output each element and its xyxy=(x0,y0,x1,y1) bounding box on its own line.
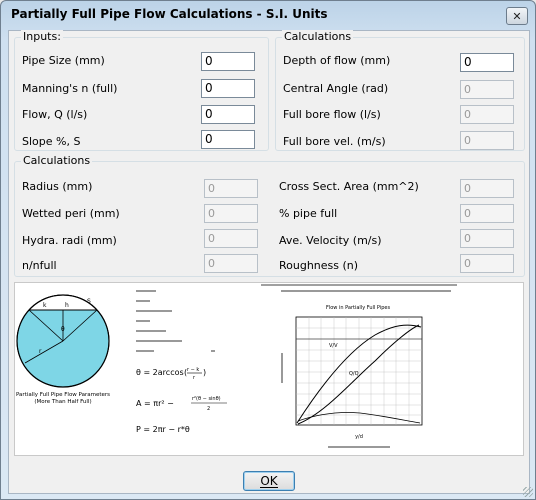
equation-line xyxy=(281,290,451,292)
equation-area-num: r²(θ − sinθ) xyxy=(192,396,221,402)
equation-line xyxy=(136,350,154,352)
radius-field: 0 xyxy=(204,179,258,198)
resize-grip[interactable] xyxy=(523,487,533,497)
cross-sect-area-label: Cross Sect. Area (mm^2) xyxy=(279,180,419,193)
hydra-radi-label: Hydra. radi (mm) xyxy=(22,234,117,247)
pipe-symbol-k: k xyxy=(43,302,47,309)
central-angle-label: Central Angle (rad) xyxy=(283,82,389,95)
n-nfull-field: 0 xyxy=(204,254,258,273)
flow-q-label: Flow, Q (l/s) xyxy=(22,108,88,121)
equation-theta: θ = 2arccos xyxy=(136,368,184,377)
slope-input[interactable]: 0 xyxy=(201,130,255,149)
full-bore-vel-label: Full bore vel. (m/s) xyxy=(283,135,386,148)
pipe-caption-1: Partially Full Pipe Flow Parameters xyxy=(16,392,110,398)
depth-of-flow-input[interactable]: 0 xyxy=(460,53,514,72)
graph-y-label-line xyxy=(281,353,283,383)
n-nfull-label: n/nfull xyxy=(22,259,57,272)
equation-line xyxy=(136,320,150,322)
equation-line xyxy=(136,330,166,332)
full-bore-flow-label: Full bore flow (l/s) xyxy=(283,108,381,121)
reference-figure: k h S θ r Partially Full Pipe Flow Param… xyxy=(14,282,524,456)
ave-velocity-label: Ave. Velocity (m/s) xyxy=(279,234,382,247)
pipe-symbol-h: h xyxy=(65,302,69,309)
dialog-window: Partially Full Pipe Flow Calculations - … xyxy=(0,0,536,500)
ok-button[interactable]: OK xyxy=(243,471,295,491)
title-bar[interactable]: Partially Full Pipe Flow Calculations - … xyxy=(1,1,535,29)
flow-q-input[interactable]: 0 xyxy=(201,105,255,124)
equation-line xyxy=(211,350,215,352)
equation-theta-den: r xyxy=(193,375,196,381)
graph-curve-label-velocity: V/V xyxy=(329,343,338,349)
dialog-body: Inputs: Pipe Size (mm) 0 Manning's n (fu… xyxy=(8,30,530,494)
calculations-bottom-legend: Calculations xyxy=(21,154,93,167)
inputs-group-legend: Inputs: xyxy=(21,30,63,43)
close-icon: ✕ xyxy=(512,9,522,23)
hydra-radi-field: 0 xyxy=(204,229,258,248)
wetted-peri-label: Wetted peri (mm) xyxy=(22,207,120,220)
graph-caption-line xyxy=(328,446,390,448)
pipe-cross-section: k h S θ r xyxy=(16,294,110,388)
ok-button-label: OK xyxy=(260,473,278,488)
equation-line xyxy=(136,290,156,292)
close-button[interactable]: ✕ xyxy=(506,7,528,25)
equation-line xyxy=(136,300,150,302)
calculations-top-legend: Calculations xyxy=(282,30,354,43)
reference-figure-svg: k h S θ r Partially Full Pipe Flow Param… xyxy=(16,284,457,448)
pipe-symbol-theta: θ xyxy=(61,326,65,333)
slope-label: Slope %, S xyxy=(22,135,81,148)
equation-line xyxy=(136,340,182,342)
graph-x-label: y/d xyxy=(355,434,363,440)
central-angle-field: 0 xyxy=(460,80,514,99)
equation-area: A = πr² − xyxy=(136,399,174,408)
mannings-n-input[interactable]: 0 xyxy=(201,79,255,98)
ave-velocity-field: 0 xyxy=(460,229,514,248)
equation-theta-paren-close: ) xyxy=(203,368,206,377)
equation-theta-num: r − k xyxy=(187,367,199,373)
depth-of-flow-label: Depth of flow (mm) xyxy=(283,54,391,67)
window-title: Partially Full Pipe Flow Calculations - … xyxy=(11,7,328,21)
full-bore-flow-field: 0 xyxy=(460,105,514,124)
equation-perimeter: P = 2πr − r*θ xyxy=(136,425,190,434)
pipe-size-input[interactable]: 0 xyxy=(201,52,255,71)
pipe-full-percent-label: % pipe full xyxy=(279,207,338,220)
radius-label: Radius (mm) xyxy=(22,180,93,193)
roughness-label: Roughness (n) xyxy=(279,259,359,272)
pipe-caption-2: (More Than Half Full) xyxy=(34,399,91,405)
cross-sect-area-field: 0 xyxy=(460,179,514,198)
equation-line xyxy=(136,310,172,312)
pipe-symbol-s: S xyxy=(87,298,91,305)
flow-graph: Flow in Partially Full Pipes V/V Q/Q y/d xyxy=(281,305,423,448)
pipe-size-label: Pipe Size (mm) xyxy=(22,54,105,67)
full-bore-vel-field: 0 xyxy=(460,131,514,150)
equation-area-den: 2 xyxy=(207,406,210,412)
graph-title: Flow in Partially Full Pipes xyxy=(326,305,390,311)
graph-curve-label-flow: Q/Q xyxy=(349,371,359,377)
mannings-n-label: Manning's n (full) xyxy=(22,82,118,95)
roughness-field: 0 xyxy=(460,254,514,273)
pipe-full-percent-field: 0 xyxy=(460,204,514,223)
wetted-peri-field: 0 xyxy=(204,204,258,223)
